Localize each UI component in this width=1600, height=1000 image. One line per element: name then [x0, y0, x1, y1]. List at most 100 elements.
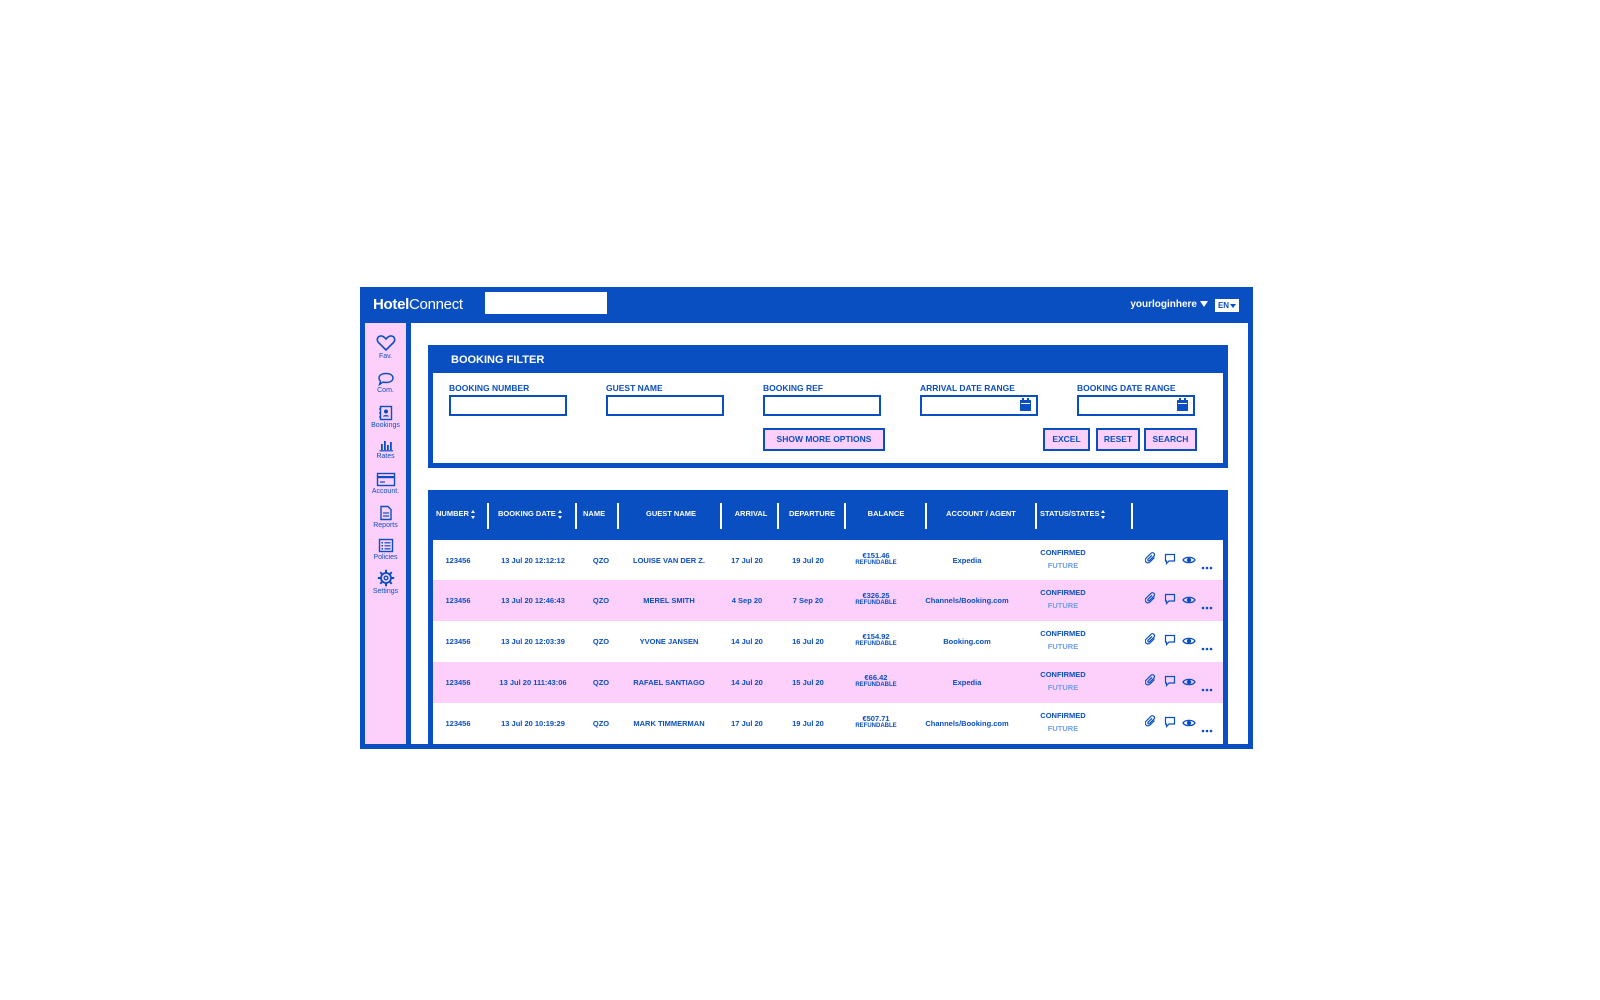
sidebar-item-policies[interactable]: Policies: [365, 538, 406, 561]
excel-button[interactable]: EXCEL: [1043, 428, 1090, 451]
table-body: 123456 13 Jul 20 12:12:12 QZO LOUISE VAN DE…: [433, 540, 1223, 744]
table-row[interactable]: 123456 13 Jul 20 12:03:39 QZO YVONE JANSEN 1…: [433, 621, 1223, 662]
sidebar-item-label: Account.: [371, 488, 400, 495]
table-row[interactable]: 123456 13 Jul 20 12:46:43 QZO MEREL SMITH 4 …: [433, 580, 1223, 621]
more-dots-icon[interactable]: [1201, 557, 1213, 575]
sidebar-item-bookings[interactable]: Bookings: [365, 405, 406, 429]
booking-date-range-input[interactable]: [1077, 395, 1195, 416]
column-header-status[interactable]: STATUS/STATES: [1040, 509, 1106, 519]
more-dots-icon[interactable]: [1201, 720, 1213, 738]
user-menu[interactable]: yourloginhere: [1130, 299, 1208, 310]
column-header-balance[interactable]: BALANCE: [848, 509, 924, 518]
address-book-icon: [378, 405, 392, 421]
more-dots-icon[interactable]: [1201, 597, 1213, 615]
column-divider: [777, 503, 779, 529]
bookings-table: NUMBER BOOKING DATE NAME GUEST NAME ARRI…: [428, 490, 1228, 744]
paperclip-icon[interactable]: [1144, 552, 1157, 570]
bar-chart-icon: [379, 441, 393, 452]
cell-account-agent: Channels/Booking.com: [925, 719, 1009, 728]
chat-bubble-icon: [377, 372, 394, 386]
credit-card-icon: [376, 472, 395, 487]
paperclip-icon[interactable]: [1144, 674, 1157, 692]
refundable-label: REFUNDABLE: [855, 682, 897, 688]
reset-button[interactable]: RESET: [1096, 428, 1140, 451]
cell-number: 123456: [445, 556, 471, 565]
table-row[interactable]: 123456 13 Jul 20 10:19:29 QZO MARK TIMMERMA…: [433, 703, 1223, 744]
cell-booking-date: 13 Jul 20 111:43:06: [499, 678, 567, 687]
top-bar: HotelConnect yourloginhere EN: [360, 287, 1253, 323]
calendar-icon[interactable]: [1020, 398, 1031, 411]
sort-icon[interactable]: [470, 509, 476, 519]
eye-icon[interactable]: [1182, 674, 1196, 692]
paperclip-icon[interactable]: [1144, 633, 1157, 651]
more-dots-icon[interactable]: [1201, 638, 1213, 656]
cell-status: CONFIRMED FUTURE: [1023, 629, 1103, 651]
column-header-arrival[interactable]: ARRIVAL: [726, 509, 776, 518]
booking-number-input[interactable]: [449, 395, 567, 416]
booking-filter-panel: BOOKING FILTER BOOKING NUMBER GUEST NAME…: [428, 345, 1228, 468]
cell-guest-name: LOUISE VAN DER Z.: [633, 556, 705, 565]
sidebar-item-label: Policies: [373, 554, 398, 561]
eye-icon[interactable]: [1182, 633, 1196, 651]
arrival-date-range-input[interactable]: [920, 395, 1038, 416]
sidebar-item-com[interactable]: Com.: [365, 372, 406, 394]
eye-icon[interactable]: [1182, 592, 1196, 610]
guest-name-input[interactable]: [606, 395, 724, 416]
comment-icon[interactable]: [1164, 674, 1176, 692]
show-more-options-button[interactable]: SHOW MORE OPTIONS: [763, 428, 885, 451]
column-header-name[interactable]: NAME: [583, 509, 605, 518]
column-header-number[interactable]: NUMBER: [436, 509, 476, 519]
cell-account-agent: Channels/Booking.com: [925, 596, 1009, 605]
sidebar-item-reports[interactable]: Reports: [365, 505, 406, 529]
booking-ref-label: BOOKING REF: [763, 383, 823, 393]
cell-guest-name: MEREL SMITH: [643, 596, 695, 605]
booking-ref-input[interactable]: [763, 395, 881, 416]
column-header-account-agent[interactable]: ACCOUNT / AGENT: [928, 509, 1034, 518]
comment-icon[interactable]: [1164, 552, 1176, 570]
cell-account-agent: Booking.com: [943, 637, 991, 646]
comment-icon[interactable]: [1164, 715, 1176, 733]
status-badge: CONFIRMED: [1040, 629, 1086, 638]
cell-departure: 19 Jul 20: [792, 719, 824, 728]
sidebar-item-rates[interactable]: Rates: [365, 438, 406, 460]
cell-name: QZO: [592, 719, 610, 728]
sort-icon[interactable]: [557, 509, 563, 519]
refundable-label: REFUNDABLE: [855, 600, 897, 606]
sidebar: Fav. Com. Bookings Rates Account. Report…: [365, 323, 406, 744]
cell-name: QZO: [592, 596, 610, 605]
column-header-departure[interactable]: DEPARTURE: [782, 509, 842, 518]
search-button[interactable]: SEARCH: [1144, 428, 1197, 451]
state-badge: FUTURE: [1047, 683, 1079, 692]
app-logo[interactable]: HotelConnect: [373, 296, 463, 313]
state-badge: FUTURE: [1047, 724, 1079, 733]
paperclip-icon[interactable]: [1144, 592, 1157, 610]
sort-icon[interactable]: [1101, 509, 1106, 519]
sidebar-item-settings[interactable]: Settings: [365, 569, 406, 595]
cell-booking-date: 13 Jul 20 12:12:12: [501, 556, 565, 565]
comment-icon[interactable]: [1164, 592, 1176, 610]
eye-icon[interactable]: [1182, 552, 1196, 570]
sidebar-item-label: Com.: [377, 387, 394, 394]
sidebar-item-account[interactable]: Account.: [365, 472, 406, 495]
global-search-input[interactable]: [485, 292, 607, 314]
cell-balance: €507.71 REFUNDABLE: [838, 714, 914, 729]
eye-icon[interactable]: [1182, 715, 1196, 733]
table-row[interactable]: 123456 13 Jul 20 111:43:06 QZO RAFAEL SANTI…: [433, 662, 1223, 703]
language-select[interactable]: EN: [1215, 299, 1239, 312]
paperclip-icon[interactable]: [1144, 715, 1157, 733]
more-dots-icon[interactable]: [1201, 679, 1213, 697]
column-header-guest-name[interactable]: GUEST NAME: [628, 509, 714, 518]
cell-account-agent: Expedia: [952, 556, 982, 565]
calendar-icon[interactable]: [1177, 398, 1188, 411]
balance-amount: €66.42: [864, 673, 888, 682]
comment-icon[interactable]: [1164, 633, 1176, 651]
filter-form: BOOKING NUMBER GUEST NAME BOOKING REF AR…: [433, 373, 1223, 463]
arrival-date-range-label: ARRIVAL DATE RANGE: [920, 383, 1015, 393]
cell-number: 123456: [445, 678, 471, 687]
sidebar-item-fav[interactable]: Fav.: [365, 334, 406, 360]
column-header-booking-date[interactable]: BOOKING DATE: [498, 509, 563, 519]
table-row[interactable]: 123456 13 Jul 20 12:12:12 QZO LOUISE VAN DE…: [433, 540, 1223, 580]
chevron-down-icon: [1200, 301, 1208, 308]
cell-arrival: 4 Sep 20: [731, 596, 763, 605]
state-badge: FUTURE: [1047, 561, 1079, 570]
